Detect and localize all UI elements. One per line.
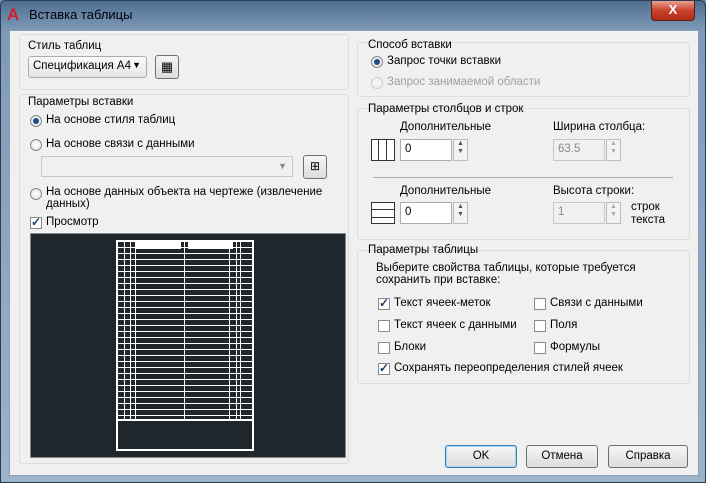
table-preview — [30, 233, 346, 458]
from-style-radio[interactable] — [30, 115, 42, 127]
specify-window-label: Запрос занимаемой области — [387, 76, 541, 88]
table-options-label: Параметры таблицы — [368, 244, 479, 256]
table-style-dialog-button[interactable]: ▦ — [155, 55, 179, 79]
column-row-settings-label: Параметры столбцов и строк — [368, 103, 524, 115]
dialog-body: Стиль таблиц Спецификация А4 ▼ ▦ Параметр… — [9, 30, 699, 476]
columns-label: Дополнительные — [400, 121, 492, 133]
formulas-label: Формулы — [550, 341, 601, 353]
data-links-label: Связи с данными — [550, 297, 643, 309]
data-text-label: Текст ячеек с данными — [394, 319, 517, 331]
blocks-checkbox[interactable] — [378, 342, 390, 354]
specify-point-label: Запрос точки вставки — [387, 55, 502, 67]
formulas-checkbox[interactable] — [534, 342, 546, 354]
data-text-checkbox[interactable] — [378, 320, 390, 332]
preview-table — [116, 240, 254, 451]
label-text-checkbox[interactable] — [378, 296, 390, 310]
dialog-title: Вставка таблицы — [29, 7, 133, 22]
ok-button[interactable]: OK — [445, 445, 517, 468]
from-object-data-label: На основе данных объекта на чертеже (изв… — [46, 186, 323, 198]
data-link-dropdown[interactable]: ▼ — [41, 156, 293, 177]
blocks-label: Блоки — [394, 341, 427, 353]
close-button[interactable]: X — [651, 1, 695, 21]
table-options-desc: Выберите свойства таблицы, которые требу… — [376, 262, 636, 274]
rows-icon — [371, 202, 395, 224]
table-style-label: Стиль таблиц — [28, 40, 102, 52]
table-style-value: Спецификация А4 — [33, 60, 132, 72]
table-style-dropdown[interactable]: Спецификация А4 ▼ — [28, 56, 147, 78]
insertion-behavior-label: Способ вставки — [368, 39, 452, 51]
from-object-data-label-2: данных) — [46, 198, 90, 210]
rows-spinner[interactable]: ▲ ▼ — [453, 202, 468, 224]
fields-checkbox[interactable] — [534, 320, 546, 332]
data-link-manager-button[interactable]: ⊞ — [303, 155, 327, 179]
data-links-checkbox[interactable] — [534, 298, 546, 310]
insert-table-dialog: A Вставка таблицы X Стиль таблиц Специфи… — [0, 0, 706, 483]
table-edit-icon: ▦ — [160, 59, 174, 74]
rows-label: Дополнительные — [400, 185, 492, 197]
keep-overrides-label: Сохранять переопределения стилей ячеек — [394, 362, 623, 374]
columns-input[interactable]: 0 — [400, 139, 452, 161]
specify-point-radio[interactable] — [371, 56, 383, 68]
cancel-button[interactable]: Отмена — [526, 445, 598, 468]
row-units-label-2: текста — [631, 214, 665, 226]
from-data-link-radio[interactable] — [30, 139, 42, 151]
fields-label: Поля — [550, 319, 578, 331]
column-width-label: Ширина столбца: — [553, 121, 646, 133]
help-button[interactable]: Справка — [608, 445, 688, 468]
from-style-label: На основе стиля таблиц — [46, 114, 176, 126]
autocad-logo-icon: A — [7, 5, 20, 24]
preview-checkbox[interactable] — [30, 215, 42, 229]
row-units-label: строк — [631, 201, 660, 213]
insert-options-label: Параметры вставки — [28, 96, 134, 108]
table-options-desc-2: сохранить при вставке: — [376, 274, 501, 286]
from-object-data-radio[interactable] — [30, 188, 42, 200]
columns-icon — [371, 139, 395, 161]
preview-label: Просмотр — [46, 216, 99, 228]
data-link-icon: ⊞ — [309, 159, 321, 173]
keep-overrides-checkbox[interactable] — [378, 361, 390, 375]
column-width-spinner[interactable]: ▲ ▼ — [606, 139, 621, 161]
from-data-link-label: На основе связи с данными — [46, 138, 195, 150]
row-height-input[interactable]: 1 — [553, 202, 605, 224]
specify-window-radio[interactable] — [371, 77, 383, 89]
label-text-label: Текст ячеек-меток — [394, 297, 491, 309]
row-height-label: Высота строки: — [553, 185, 635, 197]
columns-spinner[interactable]: ▲ ▼ — [453, 139, 468, 161]
divider — [373, 177, 673, 178]
rows-input[interactable]: 0 — [400, 202, 452, 224]
column-width-input[interactable]: 63.5 — [553, 139, 605, 161]
row-height-spinner[interactable]: ▲ ▼ — [606, 202, 621, 224]
chevron-down-icon: ▼ — [278, 161, 287, 171]
chevron-down-icon: ▼ — [132, 60, 141, 70]
